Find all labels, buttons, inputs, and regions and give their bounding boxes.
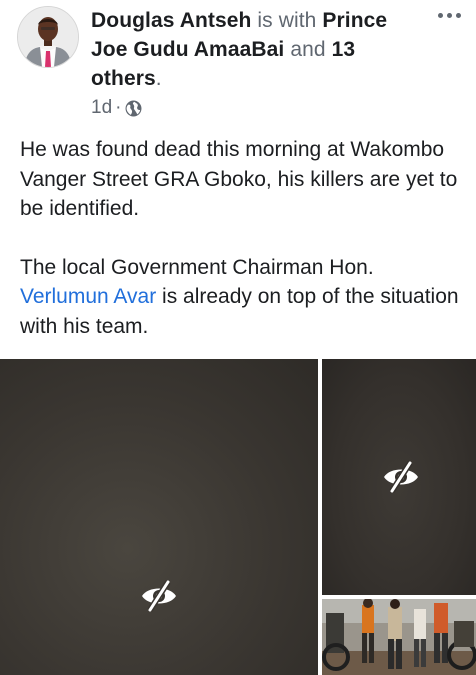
- eye-slash-icon: [142, 580, 176, 612]
- more-options-icon[interactable]: [435, 8, 465, 24]
- meta-separator: ·: [115, 97, 122, 118]
- photo-grid: [0, 359, 476, 675]
- street-photo[interactable]: [322, 599, 476, 675]
- paragraph-text: The local Government Chairman Hon.: [20, 255, 374, 279]
- mention-link[interactable]: Verlumun Avar: [20, 285, 156, 308]
- post-body: He was found dead this morning at Wakomb…: [20, 135, 460, 341]
- globe-icon: [126, 100, 142, 116]
- with-text: is with: [257, 9, 317, 32]
- street-scene-image: [322, 599, 476, 675]
- hidden-photo-side[interactable]: [322, 359, 476, 595]
- avatar-photo: [18, 7, 78, 67]
- post-paragraph: The local Government Chairman Hon. Verlu…: [20, 253, 460, 342]
- post-meta: 1d ·: [91, 95, 142, 121]
- post-paragraph: He was found dead this morning at Wakomb…: [20, 138, 458, 220]
- author-avatar[interactable]: [17, 6, 79, 68]
- and-text: and: [290, 38, 326, 61]
- hidden-photo-main[interactable]: [0, 359, 318, 675]
- more-dot: [447, 13, 452, 18]
- period: .: [155, 67, 162, 90]
- more-dot: [456, 13, 461, 18]
- author-name[interactable]: Douglas Antseh: [91, 9, 251, 32]
- eye-slash-icon: [384, 461, 418, 493]
- more-dot: [438, 13, 443, 18]
- post-timestamp[interactable]: 1d: [91, 97, 112, 119]
- post-header: Douglas Antseh is with Prince Joe Gudu A…: [0, 0, 476, 125]
- post-author-line: Douglas Antseh is with Prince Joe Gudu A…: [91, 6, 421, 93]
